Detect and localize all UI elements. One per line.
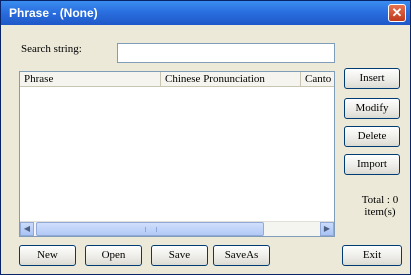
total-unit: item(s) — [364, 206, 396, 218]
total-counter: Total : 0 item(s) — [357, 194, 403, 218]
insert-button[interactable]: Insert — [344, 68, 400, 89]
column-header-canto[interactable]: Canto — [301, 72, 334, 87]
scroll-right-icon: ▶ — [323, 224, 331, 233]
scroll-left-button[interactable]: ◀ — [20, 222, 34, 236]
open-button[interactable]: Open — [85, 245, 142, 266]
new-button[interactable]: New — [19, 245, 76, 266]
scroll-right-button[interactable]: ▶ — [320, 222, 334, 236]
scrollbar-thumb[interactable] — [36, 222, 264, 236]
column-header-phrase[interactable]: Phrase — [20, 72, 161, 87]
phrase-dialog: Phrase - (None) ✕ Search string: Phrase … — [0, 0, 411, 275]
import-button[interactable]: Import — [344, 154, 400, 175]
modify-button[interactable]: Modify — [344, 98, 400, 119]
total-count: 0 — [392, 194, 399, 206]
window-title: Phrase - (None) — [9, 6, 98, 20]
phrase-list[interactable]: Phrase Chinese Pronunciation Canto ◀ ▶ — [19, 71, 335, 237]
saveas-button[interactable]: SaveAs — [213, 245, 270, 266]
search-label: Search string: — [21, 43, 82, 55]
close-icon: ✕ — [391, 5, 403, 20]
close-button[interactable]: ✕ — [388, 4, 406, 22]
exit-button[interactable]: Exit — [342, 245, 402, 266]
column-header-chinese-pronunciation[interactable]: Chinese Pronunciation — [161, 72, 301, 87]
title-bar: Phrase - (None) ✕ — [1, 1, 410, 25]
search-input[interactable] — [117, 43, 335, 63]
delete-button[interactable]: Delete — [344, 126, 400, 147]
thumb-grip — [145, 227, 157, 232]
horizontal-scrollbar[interactable]: ◀ ▶ — [20, 221, 334, 236]
save-button[interactable]: Save — [151, 245, 208, 266]
total-label: Total : — [361, 194, 390, 206]
total-line: Total : 0 — [357, 194, 403, 206]
scroll-left-icon: ◀ — [23, 224, 31, 233]
